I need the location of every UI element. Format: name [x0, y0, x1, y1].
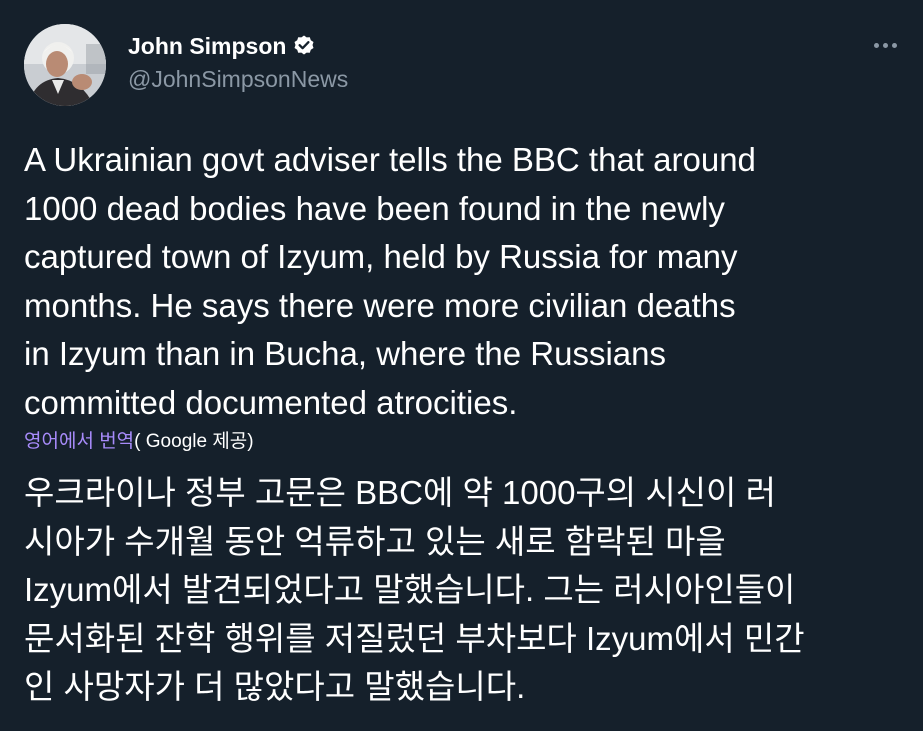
author-name-row: John Simpson: [128, 30, 316, 62]
profile-photo: [24, 24, 106, 106]
translation-attribution: 영어에서 번역( Google 제공): [24, 429, 254, 455]
translated-from-link[interactable]: 영어에서 번역: [24, 431, 134, 452]
translated-tweet-text: 우크라이나 정부 고문은 BBC에 약 1000구의 시신이 러 시아가 수개월…: [24, 474, 805, 705]
author-display-name[interactable]: John Simpson: [128, 33, 286, 60]
more-horizontal-icon-dot: [891, 42, 897, 48]
tweet-text: A Ukrainian govt adviser tells the BBC t…: [24, 141, 756, 421]
google-provider-label: ( Google 제공): [134, 431, 254, 452]
more-horizontal-icon: [873, 42, 879, 48]
author-avatar[interactable]: [24, 24, 106, 106]
verified-badge-icon: [292, 34, 316, 58]
more-horizontal-icon-dot: [882, 42, 888, 48]
author-handle[interactable]: @JohnSimpsonNews: [128, 66, 348, 93]
more-options-button[interactable]: [866, 32, 904, 58]
tweet-card: John Simpson @JohnSimpsonNews A Ukrainia…: [0, 0, 923, 731]
